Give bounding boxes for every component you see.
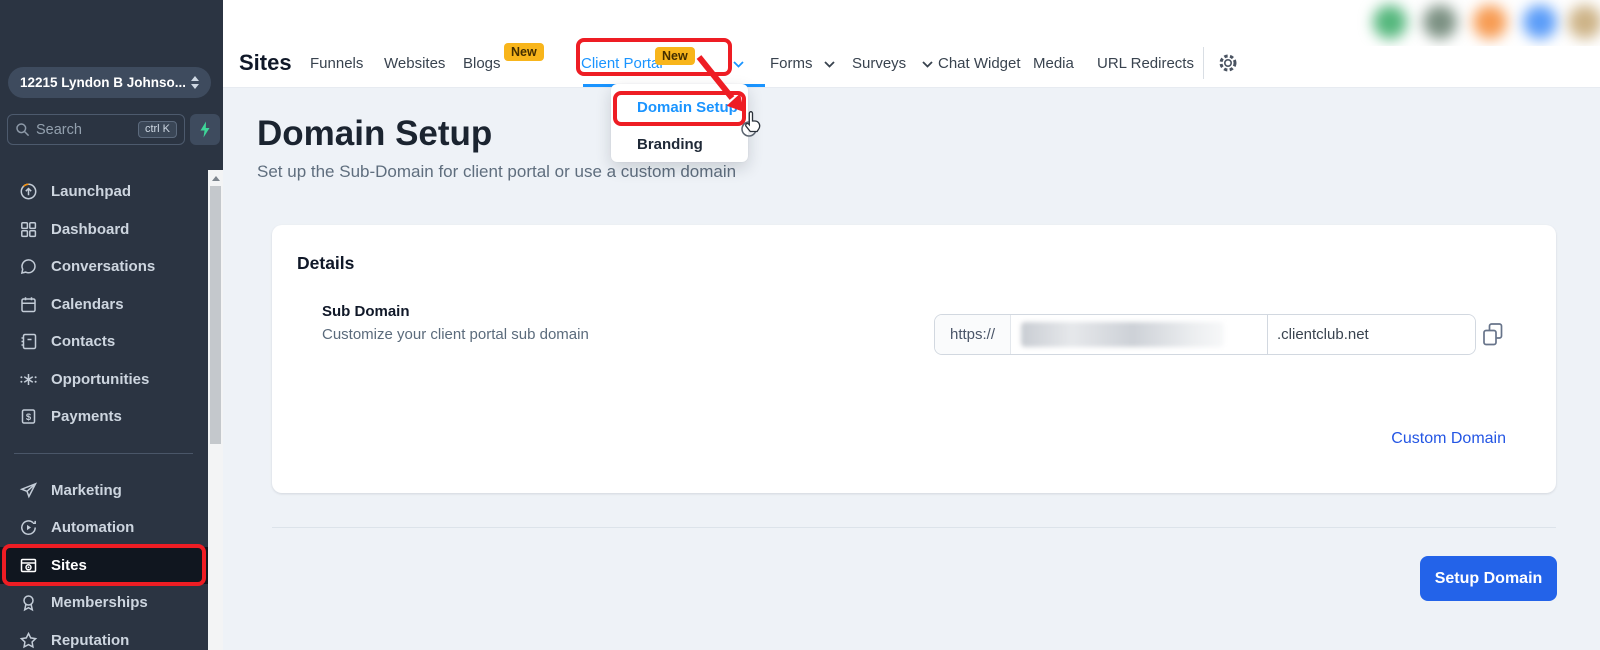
sidebar-item-automation[interactable]: Automation [0,509,208,547]
sidebar-item-label: Launchpad [51,183,132,201]
sidebar-search[interactable]: ctrl K [7,114,185,145]
dropdown-item-domain-setup[interactable]: Domain Setup [611,89,748,126]
sidebar-item-label: Marketing [51,481,122,499]
subdomain-input-group: https:// .clientclub.net [934,314,1476,355]
sidebar-item-label: Calendars [51,295,124,313]
sidebar-item-reputation[interactable]: Reputation [0,622,208,650]
avatar [1568,5,1600,39]
paper-plane-icon [19,481,38,500]
client-portal-dropdown: Domain Setup Branding [611,84,748,162]
location-name: 12215 Lyndon B Johnso... [20,75,185,90]
nav-divider [1203,47,1204,79]
search-icon [15,122,30,137]
blurred-avatars [1355,0,1600,46]
client-portal-new-badge: New [655,47,695,65]
svg-text:$: $ [26,412,32,423]
details-card: Details Sub Domain Customize your client… [272,225,1556,493]
launchpad-icon [19,182,38,201]
main-content: Domain Setup Set up the Sub-Domain for c… [223,88,1600,650]
redacted-subdomain-value [1021,322,1224,347]
opportunities-icon [19,370,38,389]
avatar [1473,5,1507,39]
tab-chat-widget[interactable]: Chat Widget [938,55,1021,72]
sidebar-item-label: Conversations [51,258,156,276]
page-title: Domain Setup [257,114,493,153]
lightning-bolt-icon [198,121,212,138]
sidebar-item-sites[interactable]: Sites [0,546,208,584]
sidebar-item-contacts[interactable]: Contacts [0,323,208,361]
calendar-icon [19,295,38,314]
footer-divider [272,527,1556,528]
chat-bubble-icon [19,257,38,276]
sidebar-item-label: Reputation [51,631,130,649]
sidebar-item-label: Dashboard [51,220,130,238]
sites-icon [19,556,38,575]
sidebar-item-dashboard[interactable]: Dashboard [0,211,208,249]
tab-websites[interactable]: Websites [384,55,445,72]
sidebar-item-calendars[interactable]: Calendars [0,286,208,324]
tab-surveys[interactable]: Surveys [852,55,906,72]
sidebar-item-label: Payments [51,408,122,426]
payments-icon: $ [19,407,38,426]
location-updown-icon [191,76,199,89]
tab-client-portal[interactable]: Client Portal [581,55,663,72]
avatar [1423,5,1457,39]
sidebar-item-label: Contacts [51,333,116,351]
sidebar-item-payments[interactable]: $ Payments [0,398,208,436]
dropdown-item-branding[interactable]: Branding [611,126,748,163]
sidebar-item-label: Memberships [51,594,148,612]
tab-funnels[interactable]: Funnels [310,55,363,72]
sidebar-item-conversations[interactable]: Conversations [0,248,208,286]
sidebar-divider [14,452,193,454]
medal-icon [19,593,38,612]
tab-media[interactable]: Media [1033,55,1074,72]
subdomain-description: Customize your client portal sub domain [322,326,589,343]
custom-domain-link[interactable]: Custom Domain [1391,430,1506,448]
tab-url-redirects[interactable]: URL Redirects [1097,55,1194,72]
page-section-title: Sites [239,50,292,75]
gear-icon[interactable] [1217,52,1239,74]
copy-icon[interactable] [1481,322,1505,348]
sidebar: 12215 Lyndon B Johnso... ctrl K Launchpa… [0,0,223,650]
sidebar-item-label: Opportunities [51,370,150,388]
sidebar-item-label: Automation [51,519,135,537]
setup-domain-button[interactable]: Setup Domain [1420,556,1557,601]
dashboard-icon [19,220,38,239]
sidebar-scrollbar[interactable] [208,170,223,650]
star-icon [19,631,38,650]
page-subtitle: Set up the Sub-Domain for client portal … [257,162,737,181]
scrollbar-thumb[interactable] [210,186,221,444]
blogs-new-badge: New [504,43,544,61]
tab-blogs[interactable]: Blogs [463,55,501,72]
search-shortcut-badge: ctrl K [137,121,177,138]
sidebar-item-opportunities[interactable]: Opportunities [0,361,208,399]
subdomain-input[interactable] [1011,315,1267,354]
sidebar-item-launchpad[interactable]: Launchpad [0,173,208,211]
search-input[interactable] [36,121,108,138]
forms-chevron-down-icon[interactable] [824,61,835,68]
client-portal-chevron-down-icon[interactable] [733,61,744,68]
sidebar-item-label: Sites [51,556,87,574]
automation-icon [19,518,38,537]
surveys-chevron-down-icon[interactable] [922,61,933,68]
subdomain-label: Sub Domain [322,303,410,320]
scrollbar-up-arrow-icon[interactable] [211,176,220,181]
sidebar-item-marketing[interactable]: Marketing [0,472,208,510]
avatar [1373,5,1407,39]
tab-forms[interactable]: Forms [770,55,813,72]
location-switcher[interactable]: 12215 Lyndon B Johnso... [8,67,211,98]
avatar [1523,5,1557,39]
quick-actions-button[interactable] [190,114,220,145]
address-book-icon [19,332,38,351]
topnav: Sites Funnels Websites Blogs New Client … [223,0,1600,88]
sidebar-menu: Launchpad Dashboard Conversations Calend… [0,173,208,650]
sidebar-item-memberships[interactable]: Memberships [0,584,208,622]
domain-suffix: .clientclub.net [1267,315,1475,354]
url-prefix: https:// [935,315,1011,354]
card-heading: Details [297,253,355,273]
